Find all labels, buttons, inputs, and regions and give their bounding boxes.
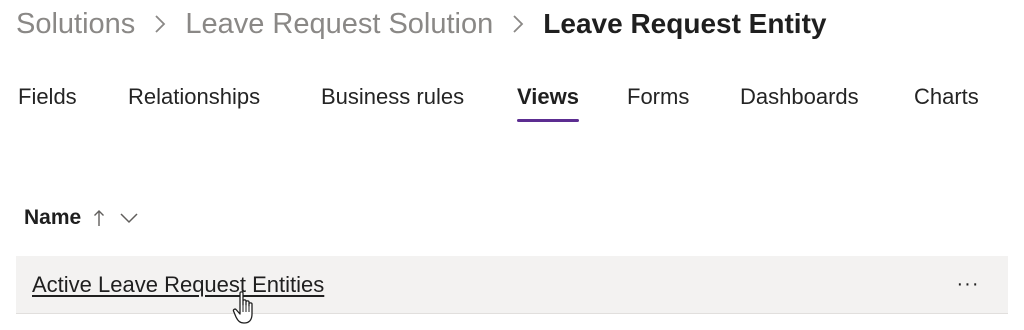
breadcrumb: Solutions Leave Request Solution Leave R… (16, 4, 826, 44)
tab-label: Dashboards (740, 84, 859, 109)
page-title: Leave Request Entity (543, 8, 827, 39)
tab-label: Business rules (321, 84, 465, 109)
tab-fields[interactable]: Fields (18, 78, 77, 118)
tab-relationships[interactable]: Relationships (128, 78, 260, 118)
tab-charts[interactable]: Charts (914, 78, 979, 118)
column-header-label: Name (24, 206, 82, 229)
chevron-right-icon (493, 4, 543, 44)
column-header-name[interactable]: Name (24, 200, 139, 236)
hand-pointer-icon (232, 291, 253, 324)
tab-dashboards[interactable]: Dashboards (740, 78, 859, 118)
tab-label: Relationships (128, 84, 261, 109)
tab-views[interactable]: Views (517, 78, 579, 122)
chevron-right-icon (135, 4, 185, 44)
chevron-down-icon[interactable] (119, 212, 139, 224)
tab-business-rules[interactable]: Business rules (321, 78, 464, 118)
tab-label: Charts (914, 84, 979, 109)
more-icon: ··· (956, 272, 980, 295)
tab-label: Fields (18, 84, 77, 109)
tab-bar: Fields Relationships Business rules View… (0, 78, 1024, 122)
view-name-link[interactable]: Active Leave Request Entities (32, 256, 324, 314)
breadcrumb-item-leave-request-solution[interactable]: Leave Request Solution (185, 8, 493, 41)
sort-ascending-icon (93, 209, 105, 227)
views-page: Solutions Leave Request Solution Leave R… (0, 0, 1024, 330)
active-tab-indicator (517, 119, 579, 122)
tab-label: Views (517, 84, 579, 109)
tab-label: Forms (627, 84, 690, 109)
more-options-button[interactable]: ··· (948, 270, 988, 298)
tab-forms[interactable]: Forms (627, 78, 689, 118)
breadcrumb-item-solutions[interactable]: Solutions (16, 8, 135, 41)
table-row[interactable]: Active Leave Request Entities ··· (16, 256, 1008, 314)
